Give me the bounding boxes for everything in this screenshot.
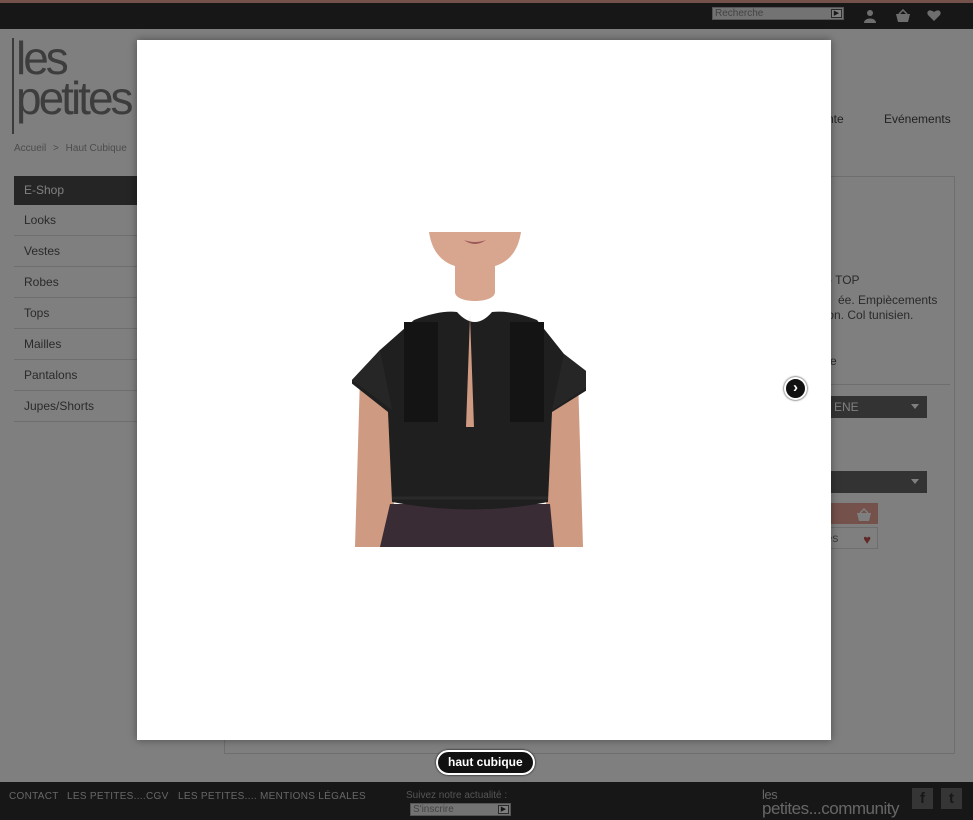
product-photo [352, 232, 586, 547]
chevron-right-icon: › [793, 379, 798, 396]
lightbox-window: › [137, 40, 831, 740]
next-image-button[interactable]: › [784, 377, 807, 400]
lightbox-caption: haut cubique [436, 750, 535, 775]
